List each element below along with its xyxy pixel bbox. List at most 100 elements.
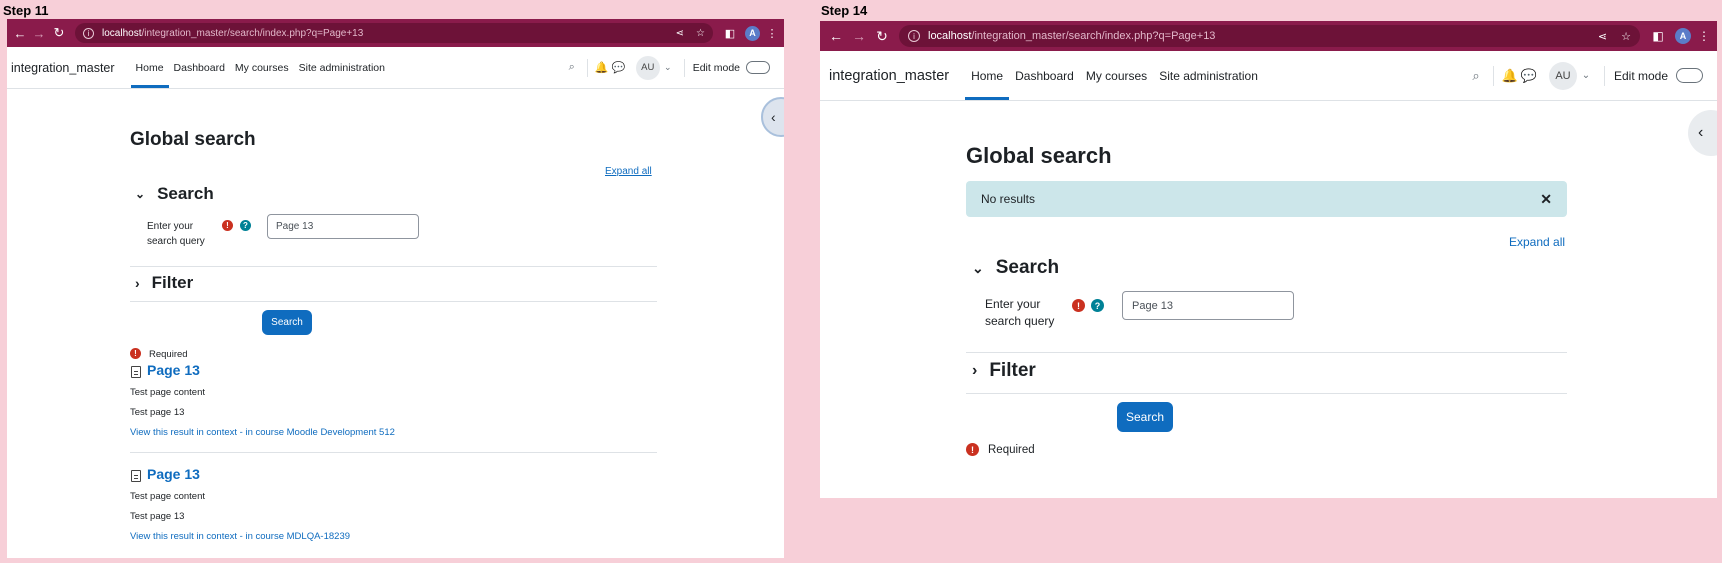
site-brand[interactable]: integration_master xyxy=(11,61,115,75)
result-title-link[interactable]: Page 13 xyxy=(147,466,200,482)
share-icon[interactable]: ⋖ xyxy=(1598,30,1607,43)
document-icon xyxy=(131,366,141,378)
forward-icon[interactable]: → xyxy=(847,28,871,44)
menu-kebab-icon[interactable]: ⋮ xyxy=(764,27,780,40)
close-icon[interactable]: ✕ xyxy=(1540,191,1552,208)
view-in-context-link[interactable]: View this result in context xyxy=(130,427,237,438)
nav-dashboard[interactable]: Dashboard xyxy=(169,47,230,88)
required-note: Required xyxy=(149,349,188,360)
reload-icon[interactable]: ↻ xyxy=(49,25,69,41)
expand-all-link[interactable]: Expand all xyxy=(1509,235,1565,249)
bookmark-star-icon[interactable]: ☆ xyxy=(1621,30,1631,43)
site-navbar: integration_master Home Dashboard My cou… xyxy=(7,47,784,89)
back-icon[interactable]: ← xyxy=(825,28,847,44)
search-section-header[interactable]: ⌄ Search xyxy=(135,184,214,204)
required-icon: ! xyxy=(1072,299,1085,312)
filter-section-header[interactable]: › Filter xyxy=(972,360,1036,382)
search-section-title: Search xyxy=(157,184,214,203)
search-query-input[interactable]: Page 13 xyxy=(267,214,419,239)
help-icon[interactable]: ? xyxy=(1091,299,1104,312)
side-panel-icon[interactable]: ◧ xyxy=(719,27,741,40)
document-icon xyxy=(131,470,141,482)
site-brand[interactable]: integration_master xyxy=(829,68,949,84)
search-query-input[interactable]: Page 13 xyxy=(1122,291,1294,320)
chevron-down-icon[interactable]: ⌄ xyxy=(660,62,676,73)
site-info-icon[interactable]: i xyxy=(908,30,920,42)
profile-avatar[interactable]: A xyxy=(1675,28,1691,44)
forward-icon[interactable]: → xyxy=(29,26,49,41)
expand-all-link[interactable]: Expand all xyxy=(605,166,652,177)
messages-icon[interactable]: 💬 xyxy=(1519,68,1539,84)
result-title-link[interactable]: Page 13 xyxy=(147,362,200,378)
user-avatar[interactable]: AU xyxy=(635,55,660,80)
profile-avatar[interactable]: A xyxy=(745,25,760,41)
back-icon[interactable]: ← xyxy=(11,26,29,41)
filter-section-title: Filter xyxy=(989,360,1036,381)
address-bar[interactable]: i localhost /integration_master/search/i… xyxy=(899,25,1640,47)
result-content: Test page 13 xyxy=(130,511,185,522)
share-icon[interactable]: ⋖ xyxy=(676,28,684,39)
edit-mode-label: Edit mode xyxy=(1613,68,1668,83)
notification-bell-icon[interactable]: 🔔 xyxy=(1501,68,1519,84)
search-section-header[interactable]: ⌄ Search xyxy=(972,257,1059,279)
search-icon[interactable]: ⌕ xyxy=(563,61,581,74)
alert-message: No results xyxy=(981,192,1036,206)
edit-mode-label: Edit mode xyxy=(692,61,740,74)
menu-kebab-icon[interactable]: ⋮ xyxy=(1696,29,1712,43)
nav-my-courses[interactable]: My courses xyxy=(1080,51,1153,100)
view-in-context-link[interactable]: View this result in context xyxy=(130,531,237,542)
nav-dashboard[interactable]: Dashboard xyxy=(1009,51,1080,100)
result-divider xyxy=(130,452,657,453)
drawer-toggle-button[interactable]: ‹ xyxy=(1688,110,1717,156)
bookmark-star-icon[interactable]: ☆ xyxy=(696,28,705,39)
nav-my-courses[interactable]: My courses xyxy=(230,47,294,88)
reload-icon[interactable]: ↻ xyxy=(871,28,893,45)
query-label-line1: Enter your xyxy=(985,297,1041,311)
search-button[interactable]: Search xyxy=(262,310,312,335)
filter-section-header[interactable]: › Filter xyxy=(135,273,193,293)
edit-mode-toggle[interactable] xyxy=(746,61,770,74)
course-link[interactable]: - in course Moodle Development 512 xyxy=(237,427,395,438)
query-label: Enter your search query xyxy=(985,296,1054,330)
search-button-label: Search xyxy=(1125,410,1165,424)
query-label-line2: search query xyxy=(985,314,1055,328)
result-context-link[interactable]: View this result in context - in course … xyxy=(130,531,350,542)
query-label-line2: search query xyxy=(147,236,205,247)
result-context-link[interactable]: View this result in context - in course … xyxy=(130,427,395,438)
course-link[interactable]: - in course MDLQA-18239 xyxy=(237,531,350,542)
result-content: Test page 13 xyxy=(130,407,185,418)
side-panel-icon[interactable]: ◧ xyxy=(1646,29,1670,43)
site-navbar: integration_master Home Dashboard My cou… xyxy=(820,51,1717,101)
nav-home[interactable]: Home xyxy=(965,51,1010,100)
notification-bell-icon[interactable]: 🔔 xyxy=(594,61,610,74)
chevron-down-icon[interactable]: ⌄ xyxy=(1577,70,1595,81)
browser-toolbar: ← → ↻ i localhost /integration_master/se… xyxy=(820,21,1717,51)
user-avatar[interactable]: AU xyxy=(1548,61,1577,90)
search-query-value: Page 13 xyxy=(1132,299,1173,312)
nav-site-administration[interactable]: Site administration xyxy=(294,47,390,88)
query-label-line1: Enter your xyxy=(147,221,194,232)
url-path: /integration_master/search/index.php?q=P… xyxy=(141,27,364,39)
url-host: localhost xyxy=(928,30,972,42)
query-label: Enter your search query xyxy=(147,219,205,249)
url-path: /integration_master/search/index.php?q=P… xyxy=(971,30,1216,42)
search-section-title: Search xyxy=(995,257,1060,278)
drawer-toggle-button[interactable]: ‹ xyxy=(761,97,784,137)
chevron-right-icon: › xyxy=(972,362,978,379)
edit-mode-toggle[interactable] xyxy=(1676,68,1703,83)
required-icon: ! xyxy=(130,348,141,359)
no-results-alert: No results ✕ xyxy=(966,181,1567,217)
search-icon[interactable]: ⌕ xyxy=(1466,68,1486,84)
messages-icon[interactable]: 💬 xyxy=(610,61,628,74)
search-button-label: Search xyxy=(271,317,303,328)
search-button[interactable]: Search xyxy=(1117,402,1173,432)
page-title: Global search xyxy=(130,129,256,150)
site-info-icon[interactable]: i xyxy=(83,27,94,39)
nav-home[interactable]: Home xyxy=(130,47,169,88)
browser-toolbar: ← → ↻ i localhost /integration_master/se… xyxy=(7,19,784,47)
chevron-down-icon: ⌄ xyxy=(135,187,146,201)
nav-site-administration[interactable]: Site administration xyxy=(1153,51,1264,100)
help-icon[interactable]: ? xyxy=(240,220,251,231)
address-bar[interactable]: i localhost /integration_master/search/i… xyxy=(75,23,713,43)
required-icon: ! xyxy=(966,443,979,456)
